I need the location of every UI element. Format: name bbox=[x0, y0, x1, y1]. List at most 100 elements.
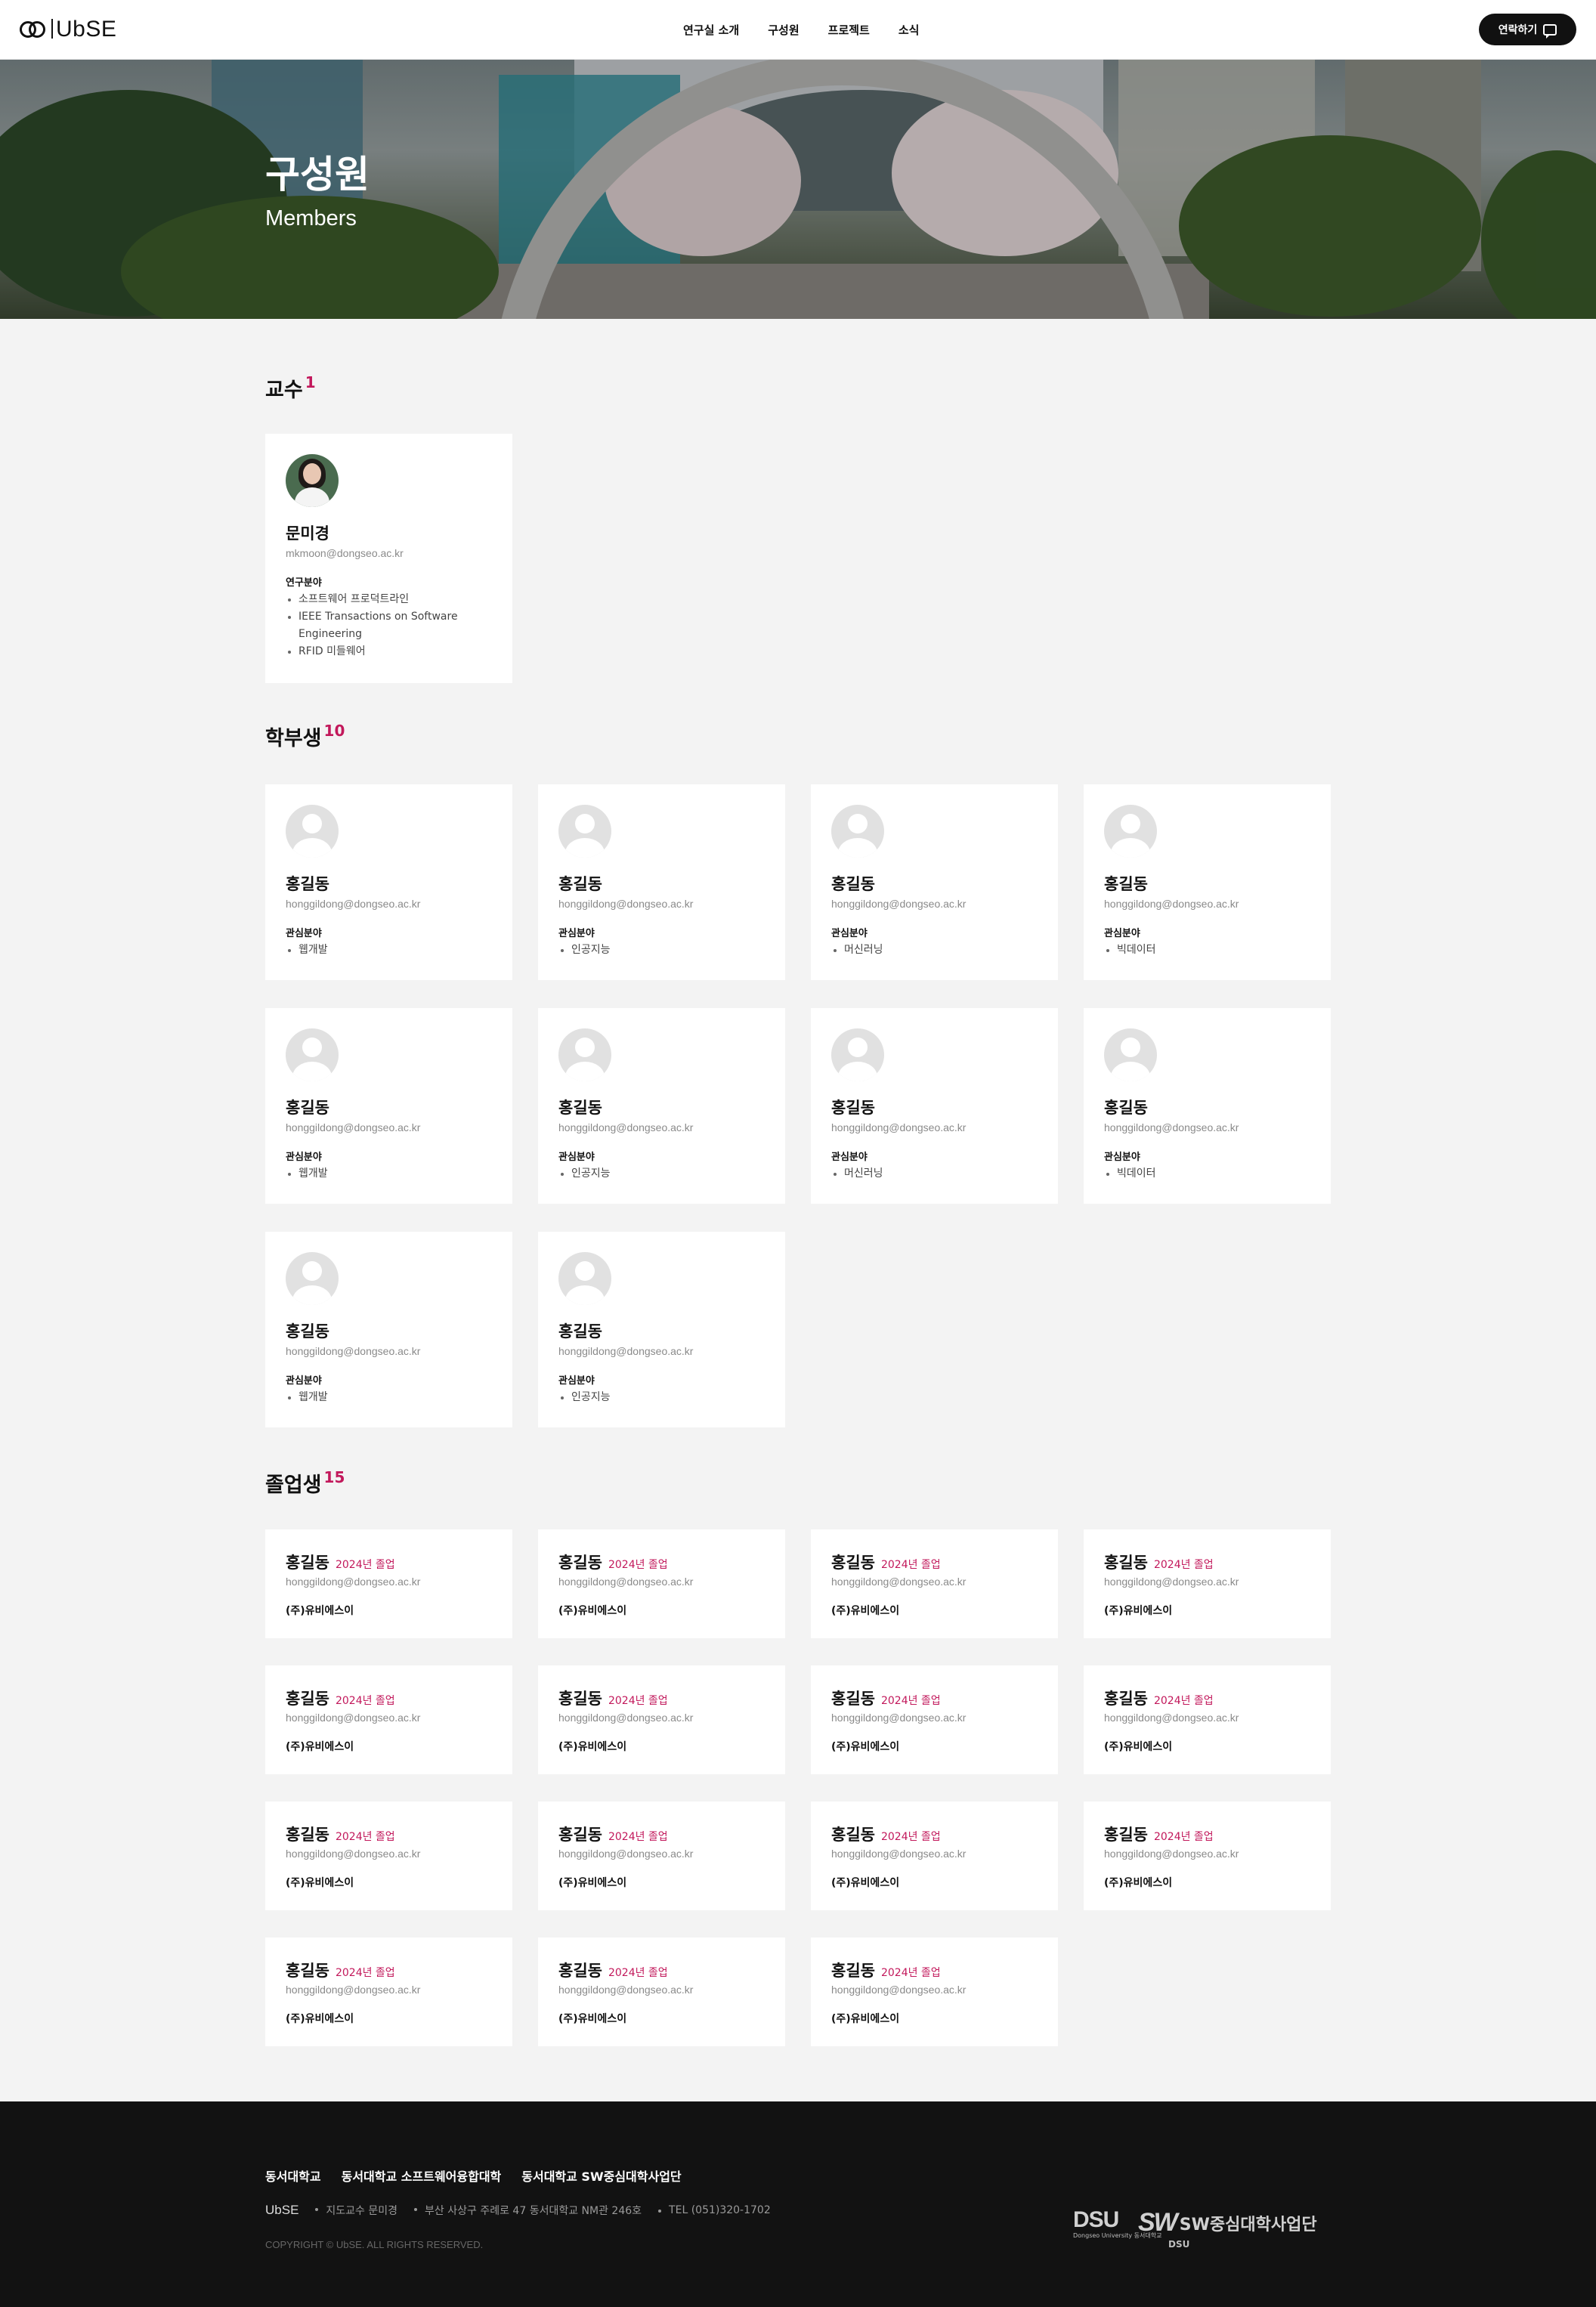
avatar bbox=[831, 1028, 884, 1081]
member-name: 홍길동 bbox=[1104, 1554, 1148, 1572]
member-name-row: 홍길동 2024년 졸업 bbox=[831, 1687, 941, 1709]
member-company: (주)유비에스이 bbox=[558, 2013, 627, 2025]
graduate-card[interactable]: 홍길동 2024년 졸업 honggildong@dongseo.ac.kr (주)유… bbox=[1084, 1801, 1331, 1910]
contact-button[interactable]: 연락하기 bbox=[1479, 14, 1576, 45]
graduate-card[interactable]: 홍길동 2024년 졸업 honggildong@dongseo.ac.kr (주)유… bbox=[265, 1937, 512, 2046]
list-item: 머신러닝 bbox=[831, 942, 1043, 959]
member-name-row: 홍길동 2024년 졸업 bbox=[286, 1687, 395, 1709]
graduate-card[interactable]: 홍길동 2024년 졸업 honggildong@dongseo.ac.kr (주)유… bbox=[538, 1529, 785, 1638]
graduation-year: 2024년 졸업 bbox=[880, 1967, 941, 1979]
graduate-card[interactable]: 홍길동 2024년 졸업 honggildong@dongseo.ac.kr (주)유… bbox=[811, 1665, 1058, 1774]
site-footer: 동서대학교 동서대학교 소프트웨어융합대학 동서대학교 SW중심대학사업단 Ub… bbox=[0, 2101, 1596, 2307]
interest-label: 관심분야 bbox=[558, 928, 595, 939]
footer-link-university[interactable]: 동서대학교 bbox=[265, 2166, 321, 2185]
member-name-row: 홍길동 2024년 졸업 bbox=[831, 1823, 941, 1845]
avatar bbox=[558, 805, 611, 858]
undergrad-card[interactable]: 홍길동 honggildong@dongseo.ac.kr 관심분야 웹개발 bbox=[265, 1232, 512, 1427]
member-email: honggildong@dongseo.ac.kr bbox=[286, 1848, 421, 1860]
graduate-card[interactable]: 홍길동 2024년 졸업 honggildong@dongseo.ac.kr (주)유… bbox=[1084, 1665, 1331, 1774]
graduate-card[interactable]: 홍길동 2024년 졸업 honggildong@dongseo.ac.kr (주)유… bbox=[1084, 1529, 1331, 1638]
member-company: (주)유비에스이 bbox=[286, 1877, 354, 1889]
member-email: honggildong@dongseo.ac.kr bbox=[831, 1712, 967, 1724]
undergrad-card[interactable]: 홍길동 honggildong@dongseo.ac.kr 관심분야 머신러닝 bbox=[811, 1008, 1058, 1204]
undergrad-card[interactable]: 홍길동 honggildong@dongseo.ac.kr 관심분야 웹개발 bbox=[265, 784, 512, 980]
member-name: 홍길동 bbox=[1104, 1690, 1148, 1708]
interest-label: 관심분야 bbox=[558, 1375, 595, 1387]
avatar bbox=[558, 1252, 611, 1305]
interest-list: 웹개발 bbox=[286, 1389, 497, 1406]
member-name: 홍길동 bbox=[558, 1322, 602, 1341]
logo-rings-icon bbox=[20, 18, 47, 41]
undergrad-section-title: 학부생 10 bbox=[265, 722, 345, 750]
member-email: honggildong@dongseo.ac.kr bbox=[1104, 1576, 1239, 1588]
graduation-year: 2024년 졸업 bbox=[880, 1831, 941, 1843]
graduate-card[interactable]: 홍길동 2024년 졸업 honggildong@dongseo.ac.kr (주)유… bbox=[265, 1665, 512, 1774]
sw-mark-icon: SW bbox=[1138, 2208, 1178, 2237]
footer-link-sw-center[interactable]: 동서대학교 SW중심대학사업단 bbox=[521, 2166, 681, 2185]
member-email: honggildong@dongseo.ac.kr bbox=[831, 898, 967, 910]
member-name: 홍길동 bbox=[286, 1099, 329, 1117]
undergrad-count: 10 bbox=[323, 722, 345, 740]
footer-tel: TEL (051)320-1702 bbox=[658, 2204, 771, 2216]
member-name: 홍길동 bbox=[558, 1690, 602, 1708]
member-name: 홍길동 bbox=[558, 1962, 602, 1980]
main-nav: 연구실 소개 구성원 프로젝트 소식 bbox=[683, 0, 919, 60]
member-name: 홍길동 bbox=[1104, 875, 1148, 893]
interest-label: 관심분야 bbox=[286, 928, 322, 939]
member-name: 홍길동 bbox=[286, 1322, 329, 1341]
member-name: 홍길동 bbox=[286, 1962, 329, 1980]
graduate-card[interactable]: 홍길동 2024년 졸업 honggildong@dongseo.ac.kr (주)유… bbox=[538, 1937, 785, 2046]
member-email: honggildong@dongseo.ac.kr bbox=[558, 1576, 694, 1588]
member-name: 홍길동 bbox=[831, 875, 875, 893]
professor-card[interactable]: 문미경 mkmoon@dongseo.ac.kr 연구분야 소프트웨어 프로덕트… bbox=[265, 434, 512, 683]
list-item: 빅데이터 bbox=[1104, 942, 1316, 959]
graduate-count: 15 bbox=[323, 1468, 345, 1486]
avatar bbox=[1104, 1028, 1157, 1081]
undergrad-card[interactable]: 홍길동 honggildong@dongseo.ac.kr 관심분야 인공지능 bbox=[538, 1008, 785, 1204]
member-name: 홍길동 bbox=[558, 1554, 602, 1572]
professor-count: 1 bbox=[305, 373, 316, 391]
graduate-card[interactable]: 홍길동 2024년 졸업 honggildong@dongseo.ac.kr (주)유… bbox=[538, 1665, 785, 1774]
undergrad-card[interactable]: 홍길동 honggildong@dongseo.ac.kr 관심분야 빅데이터 bbox=[1084, 1008, 1331, 1204]
footer-links: 동서대학교 동서대학교 소프트웨어융합대학 동서대학교 SW중심대학사업단 bbox=[265, 2166, 682, 2185]
member-email: honggildong@dongseo.ac.kr bbox=[831, 1121, 967, 1133]
sw-center-logo[interactable]: SW SW중심대학사업단 bbox=[1138, 2208, 1317, 2237]
member-name-row: 홍길동 2024년 졸업 bbox=[1104, 1823, 1214, 1845]
member-email: honggildong@dongseo.ac.kr bbox=[558, 898, 694, 910]
site-header: UbSE 연구실 소개 구성원 프로젝트 소식 연락하기 bbox=[0, 0, 1596, 60]
nav-members[interactable]: 구성원 bbox=[768, 22, 799, 38]
graduate-card[interactable]: 홍길동 2024년 졸업 honggildong@dongseo.ac.kr (주)유… bbox=[265, 1801, 512, 1910]
avatar bbox=[831, 805, 884, 858]
avatar bbox=[286, 1252, 339, 1305]
graduate-card[interactable]: 홍길동 2024년 졸업 honggildong@dongseo.ac.kr (주)유… bbox=[265, 1529, 512, 1638]
undergrad-card[interactable]: 홍길동 honggildong@dongseo.ac.kr 관심분야 인공지능 bbox=[538, 784, 785, 980]
graduate-card[interactable]: 홍길동 2024년 졸업 honggildong@dongseo.ac.kr (주)유… bbox=[811, 1937, 1058, 2046]
member-company: (주)유비에스이 bbox=[1104, 1877, 1173, 1889]
footer-link-sw-college[interactable]: 동서대학교 소프트웨어융합대학 bbox=[342, 2166, 502, 2185]
undergrad-card[interactable]: 홍길동 honggildong@dongseo.ac.kr 관심분야 웹개발 bbox=[265, 1008, 512, 1204]
site-logo[interactable]: UbSE bbox=[20, 17, 116, 42]
footer-advisor: 지도교수 문미경 bbox=[315, 2203, 397, 2218]
member-name: 홍길동 bbox=[831, 1826, 875, 1844]
member-company: (주)유비에스이 bbox=[286, 2013, 354, 2025]
nav-news[interactable]: 소식 bbox=[899, 22, 920, 38]
graduate-card[interactable]: 홍길동 2024년 졸업 honggildong@dongseo.ac.kr (주)유… bbox=[811, 1801, 1058, 1910]
undergrad-card[interactable]: 홍길동 honggildong@dongseo.ac.kr 관심분야 빅데이터 bbox=[1084, 784, 1331, 980]
undergrad-card[interactable]: 홍길동 honggildong@dongseo.ac.kr 관심분야 인공지능 bbox=[538, 1232, 785, 1427]
member-name: 홍길동 bbox=[831, 1962, 875, 1980]
member-name: 홍길동 bbox=[831, 1690, 875, 1708]
undergrad-card[interactable]: 홍길동 honggildong@dongseo.ac.kr 관심분야 머신러닝 bbox=[811, 784, 1058, 980]
interest-label: 관심분야 bbox=[831, 1152, 868, 1163]
graduation-year: 2024년 졸업 bbox=[335, 1559, 395, 1571]
graduate-card[interactable]: 홍길동 2024년 졸업 honggildong@dongseo.ac.kr (주)유… bbox=[811, 1529, 1058, 1638]
graduate-card[interactable]: 홍길동 2024년 졸업 honggildong@dongseo.ac.kr (주)유… bbox=[538, 1801, 785, 1910]
nav-projects[interactable]: 프로젝트 bbox=[828, 22, 870, 38]
avatar bbox=[1104, 805, 1157, 858]
member-company: (주)유비에스이 bbox=[831, 1741, 900, 1753]
list-item: 웹개발 bbox=[286, 1389, 497, 1406]
member-name: 홍길동 bbox=[286, 1826, 329, 1844]
member-name: 홍길동 bbox=[286, 1690, 329, 1708]
research-list: 소프트웨어 프로덕트라인 IEEE Transactions on Softwa… bbox=[286, 591, 497, 660]
nav-about[interactable]: 연구실 소개 bbox=[683, 22, 739, 38]
member-email: honggildong@dongseo.ac.kr bbox=[558, 1712, 694, 1724]
